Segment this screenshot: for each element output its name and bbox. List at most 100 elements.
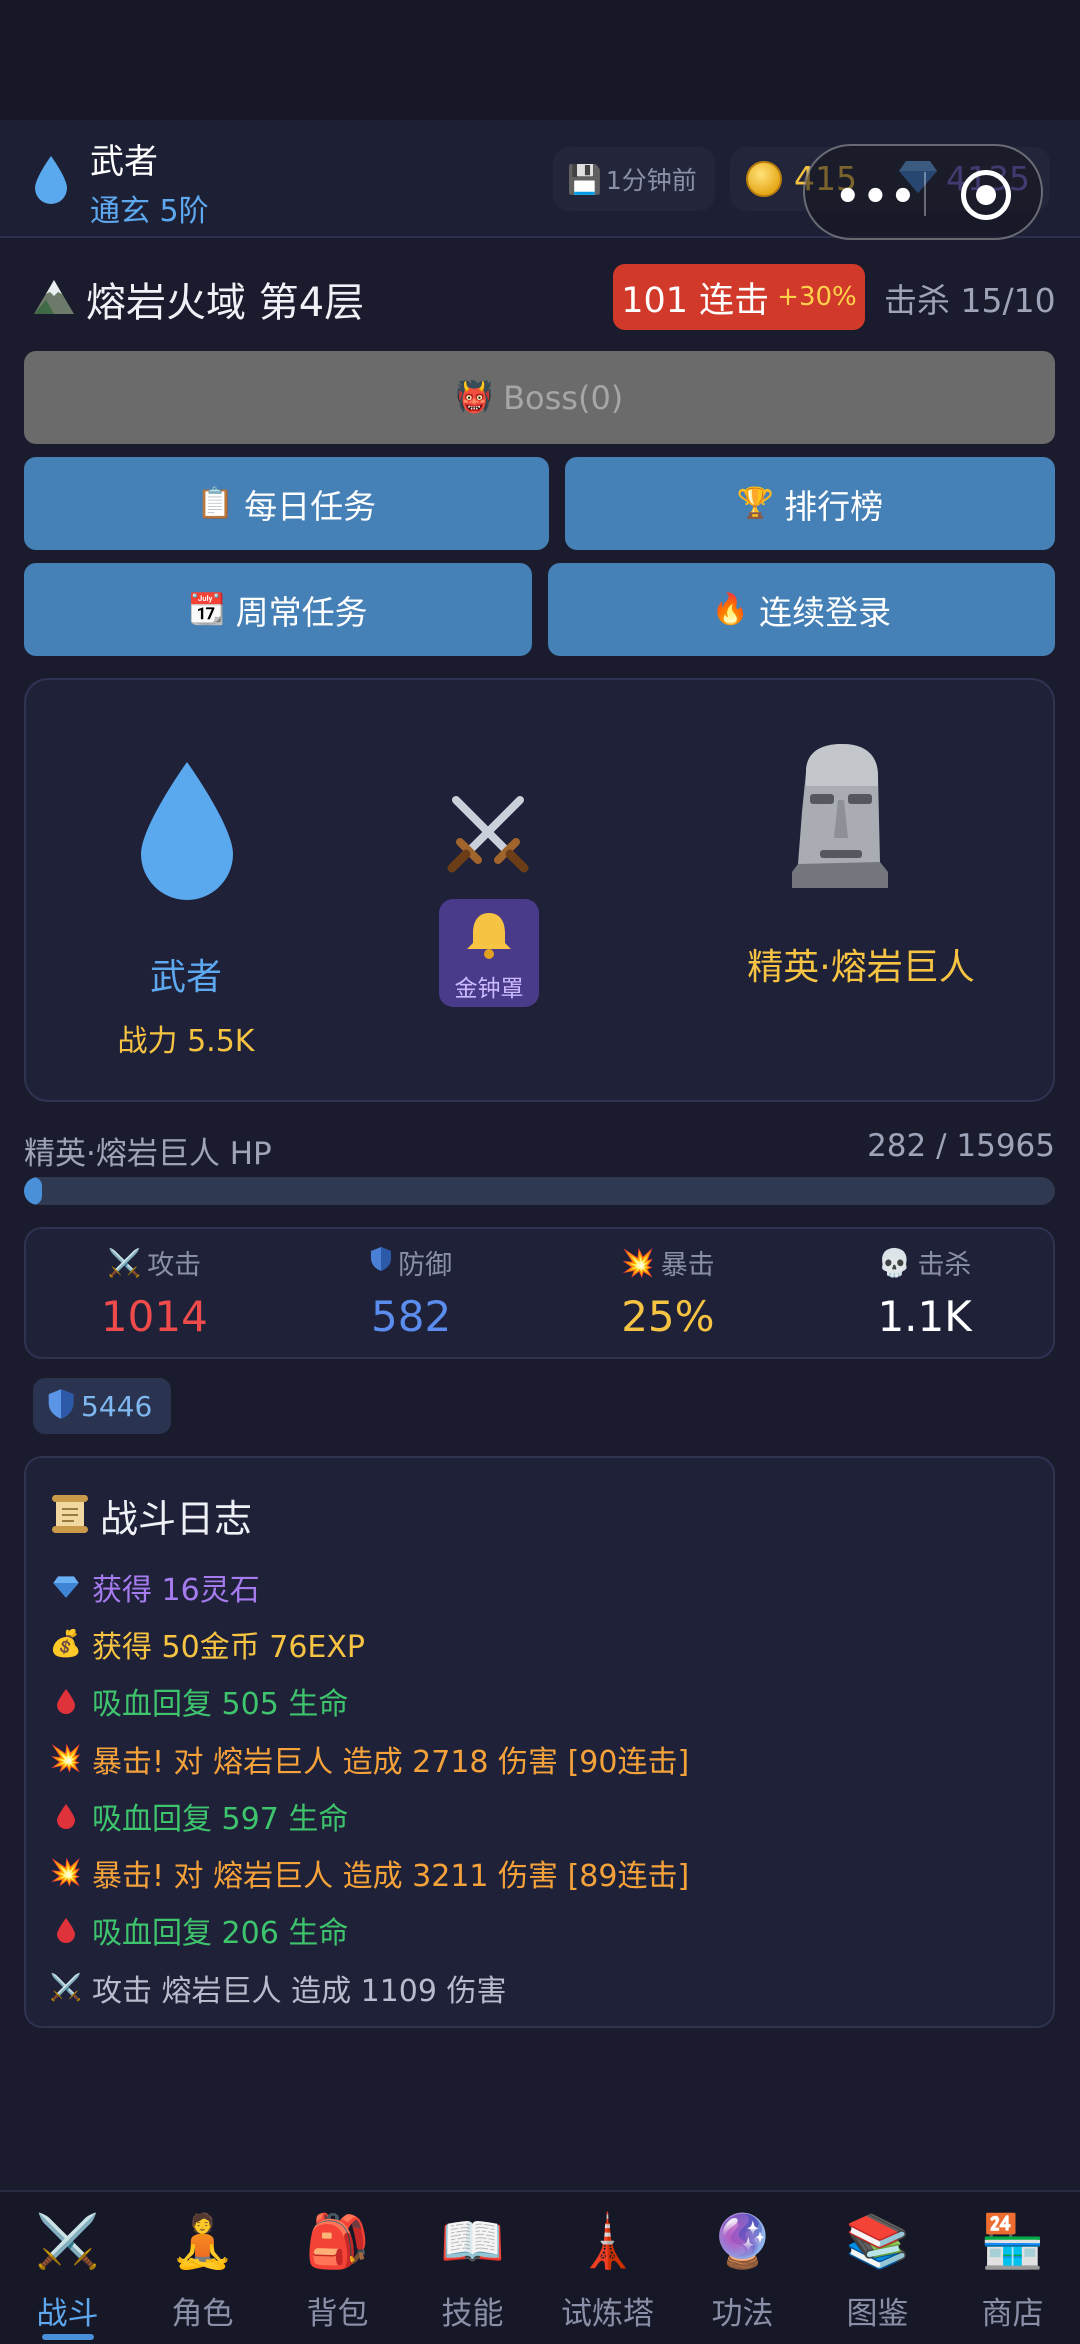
- app-screen: 武者 通玄 5阶 💾 1分钟前 415 4135 ••• 熔岩火域 第4层 10…: [0, 0, 1080, 2344]
- tab-meditate[interactable]: 🧘 角色: [135, 2192, 270, 2344]
- ogre-icon: 👹: [455, 380, 494, 415]
- books-icon: 📚: [845, 2212, 910, 2272]
- log-entry: 获得 16灵石: [50, 1558, 689, 1615]
- player-battle-name: 武者: [149, 957, 222, 998]
- clipboard-icon: 📋: [196, 486, 235, 521]
- log-entry: ⚔️ 攻击 熔岩巨人 造成 1109 伤害: [50, 1959, 689, 2016]
- shield-icon: [47, 1388, 75, 1424]
- battle-log: 战斗日志 获得 16灵石 💰 获得 50金币 76EXP 吸血回复 505 生命 💥 暴击…: [24, 1456, 1055, 2028]
- tab-label: 商店: [981, 2296, 1044, 2332]
- log-entry: 吸血回复 597 生命: [50, 1787, 689, 1844]
- skill-name: 金钟罩: [454, 976, 524, 1002]
- log-entry-text: 攻击 熔岩巨人 造成 1109 伤害: [92, 1973, 507, 2009]
- tab-label: 背包: [306, 2296, 369, 2332]
- player-power: 战力 5.5K: [117, 1024, 255, 1059]
- stat-value: 582: [371, 1292, 452, 1341]
- tab-label: 战斗: [36, 2296, 99, 2332]
- stat-label: 暴击: [660, 1250, 715, 1281]
- login-streak-button[interactable]: 🔥 连续登录: [548, 563, 1055, 656]
- stat-kills: 💀 击杀 1.1K: [796, 1229, 1053, 1357]
- daily-tasks-label: 每日任务: [244, 486, 377, 526]
- log-entry-text: 吸血回复 206 生命: [92, 1916, 349, 1952]
- enemy-hp-bar: [24, 1177, 1055, 1205]
- money-bag-icon: 💰: [49, 1628, 83, 1659]
- tab-book[interactable]: 📖 技能: [405, 2192, 540, 2344]
- log-entry: 💥 暴击! 对 熔岩巨人 造成 2718 伤害 [90连击]: [50, 1730, 689, 1787]
- log-entry-text: 暴击! 对 熔岩巨人 造成 3211 伤害 [89连击]: [92, 1859, 690, 1895]
- log-entry-text: 获得 50金币 76EXP: [92, 1629, 366, 1665]
- gold-coin-icon: [746, 161, 782, 197]
- log-entry: 💰 获得 50金币 76EXP: [50, 1615, 689, 1672]
- combo-badge: 101 连击 +30%: [613, 264, 865, 330]
- tab-label: 技能: [441, 2296, 504, 2332]
- backpack-icon: 🎒: [305, 2212, 370, 2272]
- swords-icon: ⚔️: [49, 1972, 83, 2003]
- tab-tower[interactable]: 🗼 试炼塔: [540, 2192, 675, 2344]
- top-header: 武者 通玄 5阶 💾 1分钟前 415 4135 •••: [0, 120, 1080, 240]
- stat-value: 1014: [100, 1292, 208, 1341]
- zone-title: 熔岩火域 第4层: [86, 280, 365, 326]
- close-miniprogram-icon[interactable]: [961, 170, 1011, 220]
- meditate-icon: 🧘: [170, 2212, 235, 2272]
- stats-panel: ⚔️ 攻击 1014 防御 582 💥 暴击 25% 💀 击杀 1.1K: [24, 1227, 1055, 1359]
- tab-books[interactable]: 📚 图鉴: [810, 2192, 945, 2344]
- tab-backpack[interactable]: 🎒 背包: [270, 2192, 405, 2344]
- tower-icon: 🗼: [575, 2212, 640, 2272]
- cultivation-realm: 通玄 5阶: [90, 194, 209, 229]
- log-entry: 💥 暴击! 对 熔岩巨人 造成 3211 伤害 [89连击]: [50, 1844, 689, 1901]
- log-entry: 吸血回复 505 生命: [50, 1673, 689, 1730]
- stat-defense: 防御 582: [283, 1229, 540, 1357]
- tab-label: 功法: [711, 2296, 774, 2332]
- leaderboard-button[interactable]: 🏆 排行榜: [565, 457, 1055, 550]
- weekly-tasks-button[interactable]: 📆 周常任务: [24, 563, 532, 656]
- mountain-icon: [32, 276, 76, 320]
- combo-bonus: +30%: [777, 282, 857, 312]
- stat-label: 防御: [398, 1250, 453, 1281]
- scroll-icon: [50, 1493, 90, 1539]
- shield-icon: [370, 1246, 392, 1279]
- battle-scene: 武者 战力 5.5K 金钟罩 精英·熔岩巨人: [24, 678, 1055, 1102]
- skull-icon: 💀: [877, 1247, 912, 1279]
- log-entry: 吸血回复 206 生命: [50, 1902, 689, 1959]
- calendar-icon: 📆: [188, 592, 226, 627]
- tab-label: 角色: [171, 2296, 234, 2332]
- enemy-hp-label: 精英·熔岩巨人 HP: [24, 1136, 272, 1172]
- blood-drop-icon: [50, 1803, 82, 1829]
- log-entry-text: 获得 16灵石: [92, 1572, 260, 1608]
- floppy-disk-icon: 💾: [567, 162, 602, 196]
- water-drop-icon: [32, 154, 70, 210]
- save-time: 1分钟前: [605, 166, 697, 195]
- stat-attack: ⚔️ 攻击 1014: [26, 1229, 283, 1357]
- boss-button[interactable]: 👹 Boss(0): [24, 351, 1055, 444]
- active-tab-indicator: [41, 2334, 94, 2340]
- login-streak-label: 连续登录: [759, 592, 892, 632]
- tab-crystal-ball[interactable]: 🔮 功法: [675, 2192, 810, 2344]
- book-icon: 📖: [440, 2212, 505, 2272]
- player-avatar-drop-icon: [139, 760, 235, 904]
- player-name: 武者: [90, 142, 158, 182]
- weekly-tasks-label: 周常任务: [235, 592, 368, 632]
- daily-tasks-button[interactable]: 📋 每日任务: [24, 457, 549, 550]
- active-skill-chip[interactable]: 金钟罩: [439, 899, 539, 1007]
- leaderboard-label: 排行榜: [784, 486, 884, 526]
- stat-label: 攻击: [147, 1250, 202, 1281]
- tab-swords[interactable]: ⚔️ 战斗: [0, 2192, 135, 2344]
- log-entry-text: 暴击! 对 熔岩巨人 造成 2718 伤害 [90连击]: [92, 1744, 690, 1780]
- tab-store[interactable]: 🏪 商店: [945, 2192, 1080, 2344]
- crossed-swords-icon: [446, 790, 530, 878]
- moai-enemy-icon: [784, 742, 896, 896]
- shield-badge: 5446: [33, 1378, 171, 1434]
- burst-icon: 💥: [49, 1743, 83, 1774]
- store-icon: 🏪: [980, 2212, 1045, 2272]
- swords-icon: ⚔️: [35, 2212, 100, 2272]
- burst-icon: 💥: [621, 1247, 655, 1279]
- stat-crit: 💥 暴击 25%: [540, 1229, 797, 1357]
- save-status[interactable]: 💾 1分钟前: [553, 147, 715, 211]
- more-menu-icon[interactable]: •••: [835, 174, 918, 220]
- enemy-hp-value: 282 / 15965: [867, 1128, 1055, 1164]
- enemy-name: 精英·熔岩巨人: [747, 947, 975, 988]
- status-bar-area: [0, 0, 1080, 120]
- kill-progress: 击杀 15/10: [884, 281, 1056, 320]
- bell-icon: [465, 909, 513, 963]
- log-entry-text: 吸血回复 505 生命: [92, 1687, 349, 1723]
